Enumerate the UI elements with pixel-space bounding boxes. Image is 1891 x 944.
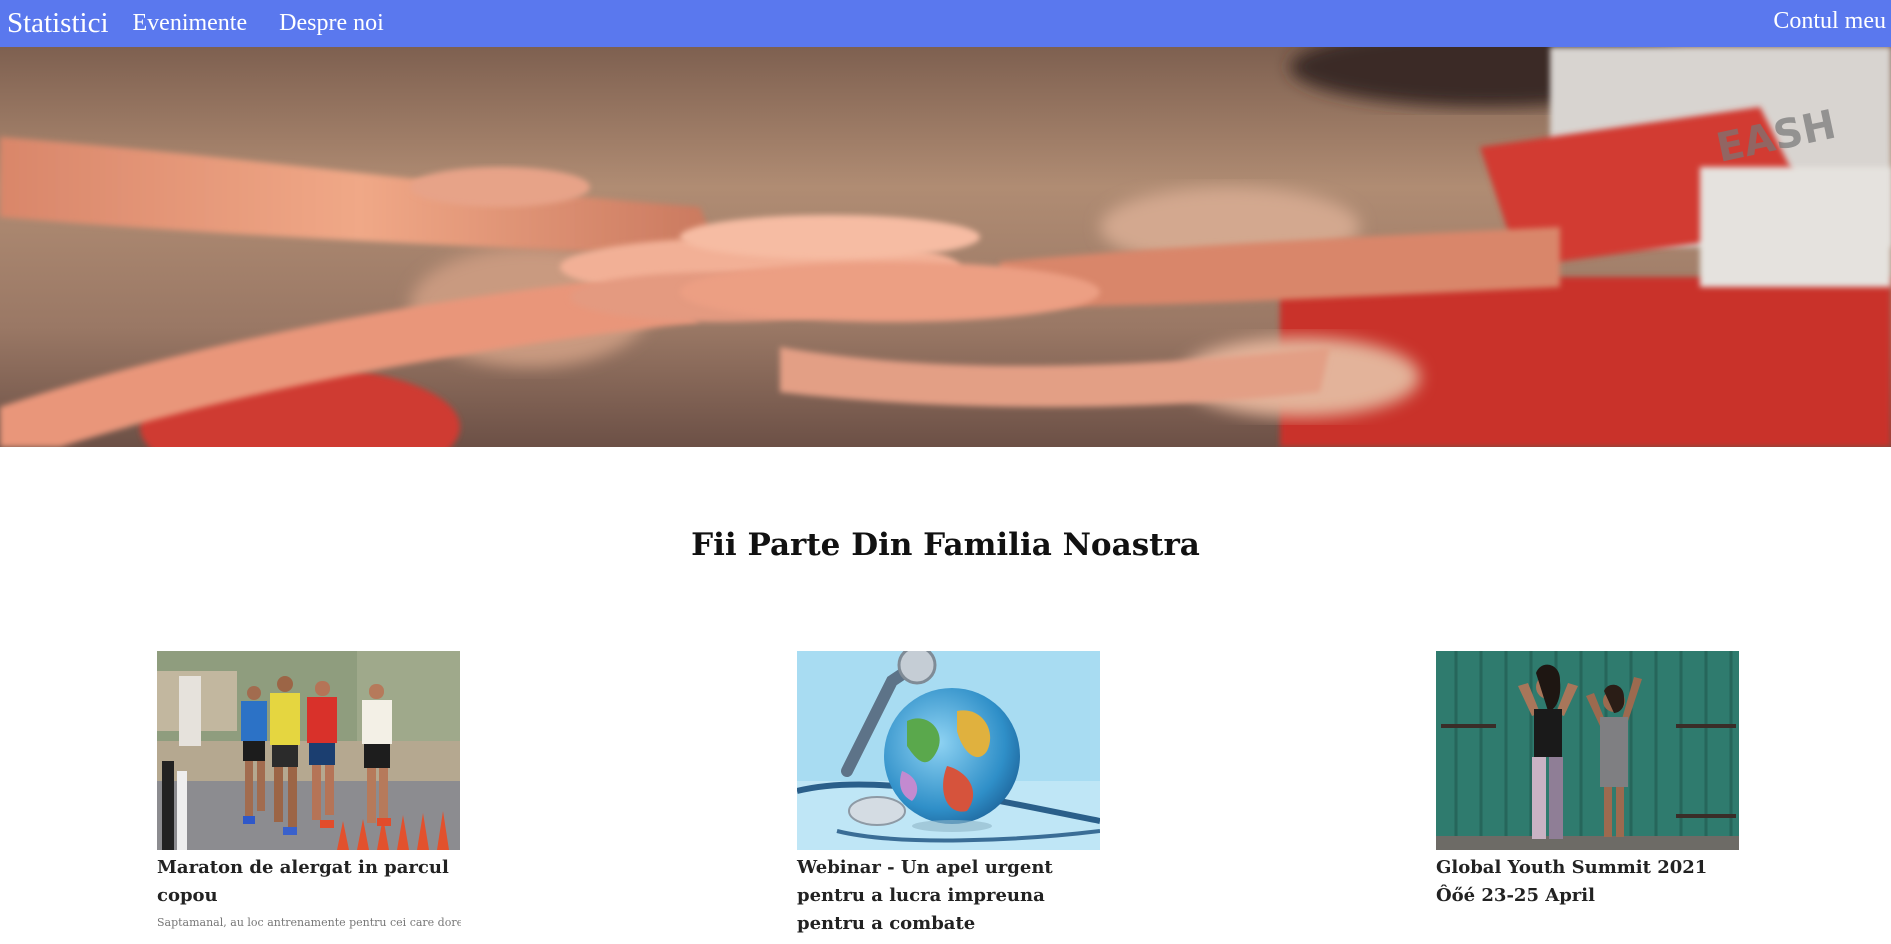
hero-banner-image: EASH [0, 47, 1891, 447]
event-card-title[interactable]: Global Youth Summit 2021 Ôőé 23-25 April [1436, 854, 1740, 910]
event-card[interactable]: Global Youth Summit 2021 Ôőé 23-25 April [1436, 651, 1740, 916]
event-card-description: Saptamanal, au loc antrenamente pentru c… [157, 916, 461, 929]
event-card[interactable]: Maraton de alergat in parcul copou Sapta… [157, 651, 461, 929]
nav-link-despre-noi[interactable]: Despre noi [279, 10, 384, 37]
nav-link-evenimente[interactable]: Evenimente [133, 10, 248, 37]
event-card-title[interactable]: Webinar - Un apel urgent pentru a lucra … [797, 854, 1101, 938]
event-card-title[interactable]: Maraton de alergat in parcul copou [157, 854, 461, 910]
globe-stethoscope-image[interactable] [797, 651, 1100, 850]
nav-link-contul-meu[interactable]: Contul meu [1773, 8, 1886, 35]
women-flexing-image[interactable] [1436, 651, 1739, 850]
marathon-runners-image[interactable] [157, 651, 460, 850]
top-navbar: Statistici Evenimente Despre noi Contul … [0, 0, 1891, 47]
section-title: Fii Parte Din Familia Noastra [691, 527, 1200, 563]
nav-brand-statistici[interactable]: Statistici [7, 7, 109, 40]
event-card[interactable]: Webinar - Un apel urgent pentru a lucra … [797, 651, 1101, 944]
